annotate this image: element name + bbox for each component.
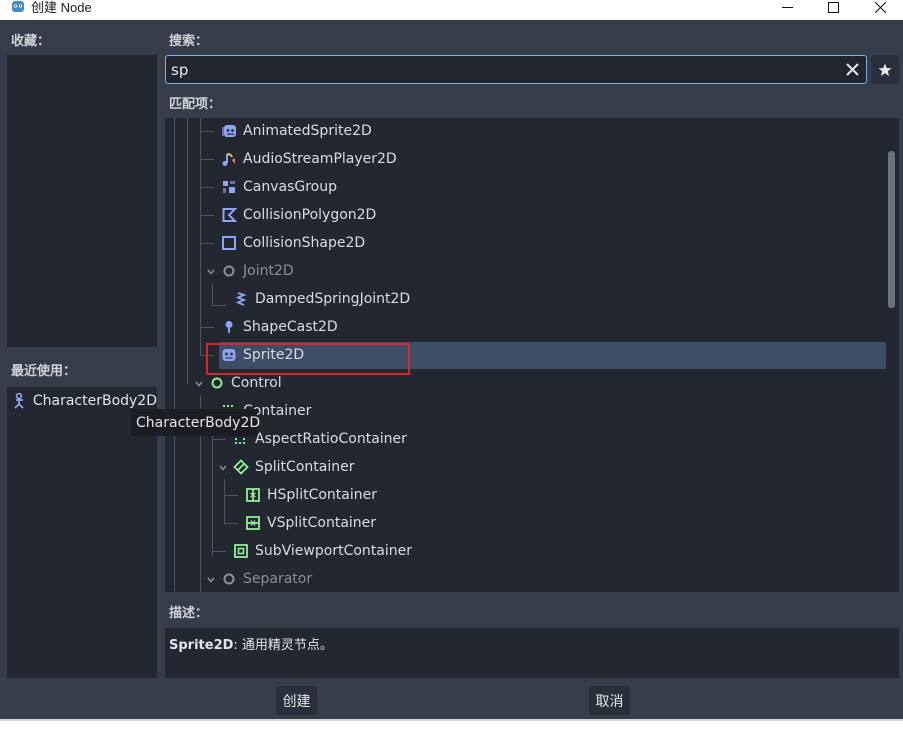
tree-bottom-edge (165, 592, 903, 600)
highlight-annotation-box (206, 343, 410, 375)
maximize-button[interactable] (810, 0, 856, 18)
tree-guide-line (224, 479, 225, 524)
description-label: 描述： (169, 606, 209, 621)
godot-logo-icon (12, 1, 24, 12)
tree-item-shapecast2d[interactable]: ShapeCast2D (221, 314, 338, 340)
tree-item-hsplitcontainer[interactable]: HSplitContainer (245, 482, 377, 508)
tree-item-label: Control (231, 375, 282, 391)
create-button[interactable]: 创建 (276, 686, 317, 715)
tree-guide-line (224, 523, 238, 524)
tree-guide-line (200, 118, 201, 356)
tooltip: CharacterBody2D (131, 409, 260, 436)
tree-item-audiostreamplayer2d[interactable]: AudioStreamPlayer2D (221, 146, 397, 172)
tree-guide-line (212, 439, 226, 440)
animated-sprite-icon (221, 123, 237, 139)
tree-guide-line (187, 118, 188, 384)
toggle-favorite-button[interactable] (871, 55, 899, 84)
cancel-button[interactable]: 取消 (589, 686, 630, 715)
maximize-icon (827, 1, 839, 13)
tree-item-label: AnimatedSprite2D (243, 123, 372, 139)
split-container-icon (233, 459, 249, 475)
subviewport-icon (233, 543, 249, 559)
tree-item-label: HSplitContainer (267, 487, 377, 503)
tree-guide-line (174, 118, 175, 591)
tree-item-label: ShapeCast2D (243, 319, 338, 335)
shape-cast-icon (221, 319, 237, 335)
tree-scrollbar[interactable] (888, 151, 895, 308)
tree-guide-line (212, 283, 213, 305)
clear-search-icon[interactable] (844, 61, 861, 78)
tree-guide-line (200, 159, 214, 160)
tree-guide-line (212, 551, 226, 552)
tree-item-label: AudioStreamPlayer2D (243, 151, 397, 167)
tree-item-label: CollisionPolygon2D (243, 207, 377, 223)
window-bottom-edge (0, 719, 903, 730)
description-panel: Sprite2D: 通用精灵节点。 (165, 628, 899, 678)
description-body: : 通用精灵节点。 (233, 638, 333, 653)
tree-item-label: VSplitContainer (267, 515, 377, 531)
tree-item-separator[interactable]: Separator (221, 566, 312, 592)
vsplit-icon (245, 515, 261, 531)
search-input[interactable] (171, 59, 831, 80)
tree-guide-line (224, 495, 238, 496)
description-node-name: Sprite2D (169, 638, 234, 653)
tree-item-label: SplitContainer (255, 459, 355, 475)
minimize-icon (781, 6, 793, 8)
tree-guide-line (200, 215, 214, 216)
search-label: 搜索： (169, 34, 209, 49)
favorites-list[interactable] (7, 55, 157, 347)
star-icon (878, 63, 892, 76)
tree-item-collisionshape2d[interactable]: CollisionShape2D (221, 230, 365, 256)
canvas-group-icon (221, 179, 237, 195)
tree-item-animatedsprite2d[interactable]: AnimatedSprite2D (221, 118, 372, 144)
matches-label: 匹配项： (169, 97, 222, 112)
tree-item-splitcontainer[interactable]: SplitContainer (233, 454, 354, 480)
tree-guide-line (200, 327, 214, 328)
tree-item-collisionpolygon2d[interactable]: CollisionPolygon2D (221, 202, 376, 228)
chevron-down-icon[interactable] (194, 379, 204, 389)
separator-icon (221, 571, 237, 587)
tree-item-dampedspringjoint2d[interactable]: DampedSpringJoint2D (233, 286, 410, 312)
minimize-button[interactable] (764, 0, 810, 18)
tree-guide-line (200, 131, 214, 132)
collision-shape-icon (221, 235, 237, 251)
description-text: Sprite2D: 通用精灵节点。 (169, 634, 333, 653)
tree-item-label: DampedSpringJoint2D (255, 291, 411, 307)
favorites-label: 收藏： (11, 34, 51, 49)
recent-item-label: CharacterBody2D (32, 393, 157, 409)
collision-polygon-icon (221, 207, 237, 223)
recent-label: 最近使用： (11, 364, 77, 379)
close-window-button[interactable] (857, 0, 903, 18)
audio-stream-icon (221, 151, 237, 167)
tree-item-joint2d[interactable]: Joint2D (221, 258, 294, 284)
tree-item-vsplitcontainer[interactable]: VSplitContainer (245, 510, 376, 536)
tree-item-label: CanvasGroup (243, 179, 338, 195)
control-icon (209, 375, 225, 391)
window-title: 创建 Node (31, 0, 92, 15)
tree-guide-line (200, 243, 214, 244)
close-icon (874, 1, 886, 13)
tree-guide-line (200, 187, 214, 188)
window-titlebar: 创建 Node (0, 0, 903, 20)
tree-item-subviewportcontainer[interactable]: SubViewportContainer (233, 538, 412, 564)
tree-guide-line (212, 305, 226, 306)
tree-item-canvasgroup[interactable]: CanvasGroup (221, 174, 337, 200)
hsplit-icon (245, 487, 261, 503)
tree-item-label: SubViewportContainer (255, 543, 412, 559)
tree-item-label: Separator (243, 571, 313, 587)
chevron-down-icon[interactable] (206, 267, 216, 277)
spring-joint-icon (233, 291, 249, 307)
tree-item-label: AspectRatioContainer (255, 431, 407, 447)
chevron-down-icon[interactable] (218, 463, 228, 473)
tree-guide-line (212, 421, 213, 557)
chevron-down-icon[interactable] (206, 575, 216, 585)
character-body-2d-icon (12, 393, 28, 409)
tree-item-label: Joint2D (243, 263, 294, 279)
joint-icon (221, 263, 237, 279)
search-field[interactable] (165, 55, 867, 84)
tree-item-label: CollisionShape2D (243, 235, 366, 251)
